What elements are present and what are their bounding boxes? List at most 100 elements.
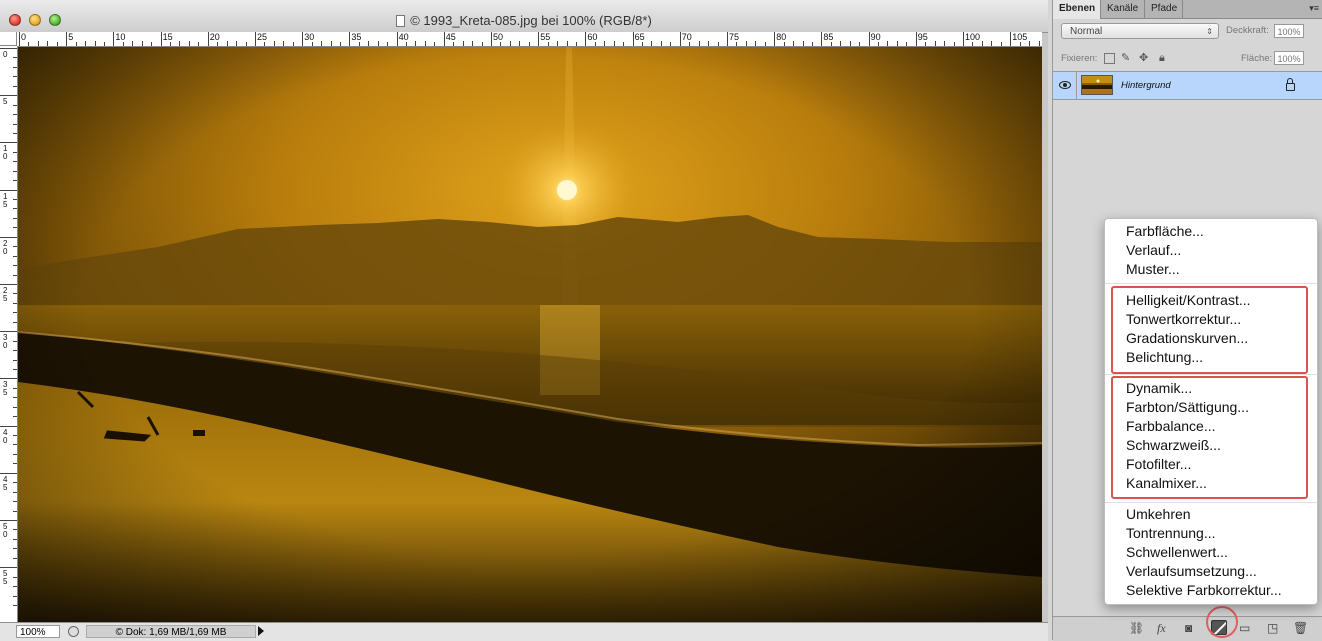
menu-item-belichtung[interactable]: Belichtung... — [1126, 348, 1203, 367]
ruler-minor-tick — [736, 42, 738, 46]
new-layer-icon[interactable]: ◳ — [1267, 621, 1278, 635]
ruler-minor-tick — [13, 321, 17, 323]
horizontal-ruler[interactable]: 0 5 10 15 20 25 30 35 40 45 50 55 60 65 70 75 80 85 90 95 10… — [17, 32, 1042, 47]
ruler-minor-tick — [13, 557, 17, 559]
tab-ebenen[interactable]: Ebenen — [1053, 0, 1101, 19]
ruler-minor-tick — [13, 265, 17, 267]
ruler-minor-tick — [13, 76, 17, 78]
menu-item-helligkeit-kontrast[interactable]: Helligkeit/Kontrast... — [1126, 291, 1251, 310]
menu-item-muster[interactable]: Muster... — [1126, 260, 1180, 279]
layer-row-hintergrund[interactable]: Hintergrund — [1053, 71, 1322, 100]
vertical-ruler[interactable]: 0 5 10 15 20 25 30 35 40 45 50 55 — [0, 46, 18, 622]
ruler-minor-tick — [811, 42, 813, 46]
new-group-folder-icon[interactable]: ▭ — [1239, 621, 1250, 635]
ruler-minor-tick — [13, 416, 17, 418]
image-canvas[interactable] — [18, 47, 1042, 622]
panel-menu-icon[interactable]: ▾≡ — [1309, 3, 1319, 14]
layer-style-fx-icon[interactable]: fx — [1157, 621, 1166, 635]
menu-item-schwarzweiss[interactable]: Schwarzweiß... — [1126, 436, 1221, 455]
ruler-minor-tick — [13, 255, 17, 257]
ruler-origin[interactable] — [0, 32, 17, 46]
ruler-tick — [66, 32, 68, 46]
zoom-level-field[interactable]: 100% — [16, 625, 60, 638]
opacity-field[interactable]: 100% — [1274, 24, 1304, 38]
ruler-minor-tick — [472, 41, 474, 46]
ruler-minor-tick — [132, 41, 134, 46]
ruler-minor-tick — [528, 42, 530, 46]
ruler-minor-tick — [13, 586, 17, 588]
ruler-minor-tick — [415, 41, 417, 46]
ruler-minor-tick — [283, 41, 285, 46]
ruler-minor-tick — [188, 41, 190, 46]
menu-item-farbflaeche[interactable]: Farbfläche... — [1126, 222, 1204, 241]
ruler-minor-tick — [708, 41, 710, 46]
status-indicator-icon[interactable] — [68, 626, 79, 637]
ruler-minor-tick — [660, 41, 662, 46]
ruler-tick-label: 15 — [3, 191, 8, 209]
ruler-tick — [963, 32, 964, 46]
menu-item-kanalmixer[interactable]: Kanalmixer... — [1126, 474, 1207, 493]
menu-item-schwellenwert[interactable]: Schwellenwert... — [1126, 543, 1228, 562]
menu-item-gradationskurven[interactable]: Gradationskurven... — [1126, 329, 1248, 348]
layer-name[interactable]: Hintergrund — [1121, 80, 1171, 91]
ruler-minor-tick — [13, 114, 17, 116]
ruler-minor-tick — [642, 42, 644, 46]
ruler-minor-tick — [339, 42, 341, 46]
ruler-tick — [868, 32, 870, 46]
ruler-minor-tick — [13, 123, 17, 125]
ruler-minor-tick — [13, 274, 17, 276]
menu-item-verlaufsumsetzung[interactable]: Verlaufsumsetzung... — [1126, 562, 1257, 581]
menu-item-tonwertkorrektur[interactable]: Tonwertkorrektur... — [1126, 310, 1241, 329]
menu-item-umkehren[interactable]: Umkehren — [1126, 505, 1191, 524]
lock-pixels-brush-icon[interactable]: ✎ — [1121, 53, 1132, 64]
menu-item-fotofilter[interactable]: Fotofilter... — [1126, 455, 1191, 474]
panel-bottom-toolbar: ⛓ fx ◙ ▭ ◳ 🗑︎ — [1053, 616, 1322, 641]
fill-field[interactable]: 100% — [1274, 51, 1304, 65]
lock-all-icon[interactable]: 🔒︎ — [1159, 53, 1170, 64]
ruler-tick-label: 80 — [776, 32, 787, 42]
tab-pfade[interactable]: Pfade — [1145, 0, 1183, 18]
ruler-tick — [491, 32, 492, 46]
ruler-tick — [0, 189, 17, 191]
ruler-tick-label: 85 — [823, 32, 834, 42]
ruler-tick — [0, 284, 17, 285]
lock-position-move-icon[interactable]: ✥ — [1139, 53, 1150, 64]
ruler-tick-label: 75 — [729, 32, 740, 42]
ruler-minor-tick — [13, 85, 17, 87]
tab-kanaele[interactable]: Kanäle — [1101, 0, 1145, 18]
layer-visibility-toggle[interactable] — [1053, 72, 1077, 99]
ruler-minor-tick — [424, 41, 426, 46]
menu-item-dynamik[interactable]: Dynamik... — [1126, 379, 1192, 398]
lock-transparency-icon[interactable] — [1104, 53, 1115, 64]
menu-item-verlauf[interactable]: Verlauf... — [1126, 241, 1181, 260]
ruler-minor-tick — [981, 41, 983, 46]
ruler-minor-tick — [840, 41, 842, 46]
menu-item-selektive-farbkorrektur[interactable]: Selektive Farbkorrektur... — [1126, 581, 1282, 600]
ruler-tick-label: 5 — [3, 97, 8, 107]
ruler-minor-tick — [13, 435, 17, 437]
menu-item-farbton-saettigung[interactable]: Farbton/Sättigung... — [1126, 398, 1249, 417]
ruler-tick — [1010, 32, 1012, 46]
link-layers-icon[interactable]: ⛓ — [1129, 621, 1144, 635]
blend-mode-select[interactable]: Normal ⇕ — [1061, 23, 1219, 39]
status-menu-arrow-icon[interactable] — [258, 626, 264, 636]
delete-layer-trash-icon[interactable]: 🗑︎ — [1293, 621, 1308, 635]
ruler-tick-label: 15 — [162, 32, 173, 42]
ruler-tick — [0, 472, 17, 474]
ruler-minor-tick — [13, 387, 17, 389]
add-mask-icon[interactable]: ◙ — [1185, 621, 1192, 635]
ruler-minor-tick — [13, 293, 17, 295]
document-title: © 1993_Kreta-085.jpg bei 100% (RGB/8*) — [0, 13, 1048, 28]
ruler-minor-tick — [944, 41, 946, 46]
ruler-minor-tick — [1000, 42, 1002, 46]
menu-item-tontrennung[interactable]: Tontrennung... — [1126, 524, 1216, 543]
ruler-tick — [821, 32, 823, 46]
window-titlebar[interactable]: © 1993_Kreta-085.jpg bei 100% (RGB/8*) — [0, 0, 1048, 33]
ruler-minor-tick — [13, 529, 17, 531]
ruler-minor-tick — [434, 42, 436, 46]
ruler-minor-tick — [13, 397, 17, 399]
ruler-minor-tick — [717, 42, 719, 46]
eye-icon — [1059, 81, 1071, 89]
menu-item-farbbalance[interactable]: Farbbalance... — [1126, 417, 1216, 436]
menu-separator — [1105, 502, 1317, 503]
